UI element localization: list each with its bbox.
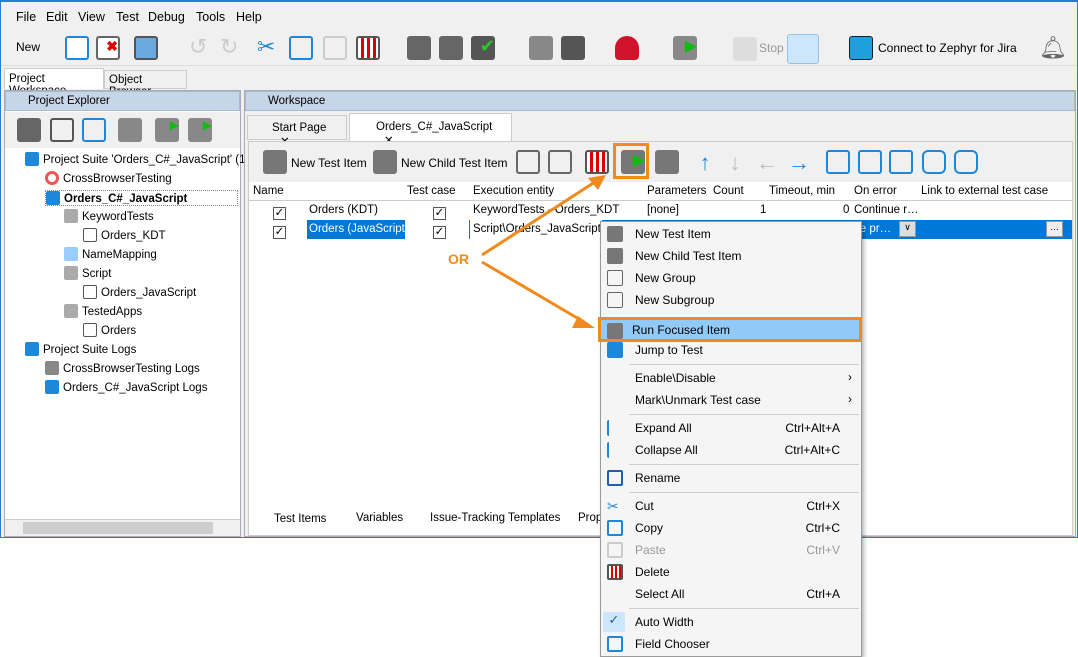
menu-item-jump-to-test[interactable]: Jump to Test — [602, 339, 860, 361]
submenu-arrow-icon: › — [848, 370, 852, 384]
checkmark-icon: ✓ — [603, 612, 625, 632]
menu-item-select-all[interactable]: Select All Ctrl+A — [602, 583, 860, 605]
menu-item-delete[interactable]: Delete — [602, 561, 860, 583]
menu-item-rename[interactable]: Rename — [602, 467, 860, 489]
menu-item-collapse-all[interactable]: Collapse All Ctrl+Alt+C — [602, 439, 860, 461]
arrow-to-menu — [481, 260, 585, 324]
menu-item-copy[interactable]: Copy Ctrl+C — [602, 517, 860, 539]
menu-item-new-child-test-item[interactable]: New Child Test Item — [602, 245, 860, 267]
menu-item-field-chooser[interactable]: Field Chooser — [602, 633, 860, 655]
annotation-arrows — [481, 175, 606, 328]
menu-item-enable-disable[interactable]: Enable\Disable › — [602, 367, 860, 389]
menu-item-new-group[interactable]: New Group — [602, 267, 860, 289]
menu-item-auto-width[interactable]: ✓ Auto Width — [602, 611, 860, 633]
arrowhead — [588, 175, 606, 190]
arrow-to-toolbar — [481, 178, 599, 257]
menu-item-new-test-item[interactable]: New Test Item — [602, 223, 860, 245]
menu-item-new-subgroup[interactable]: New Subgroup — [602, 289, 860, 311]
or-label: OR — [448, 251, 469, 267]
submenu-arrow-icon: › — [848, 392, 852, 406]
context-menu: New Test Item New Child Test Item New Gr… — [598, 221, 862, 657]
menu-item-expand-all[interactable]: Expand All Ctrl+Alt+A — [602, 417, 860, 439]
menu-item-mark-unmark[interactable]: Mark\Unmark Test case › — [602, 389, 860, 411]
menu-item-paste[interactable]: Paste Ctrl+V — [602, 539, 860, 561]
menu-item-cut[interactable]: ✂ Cut Ctrl+X — [602, 495, 860, 517]
